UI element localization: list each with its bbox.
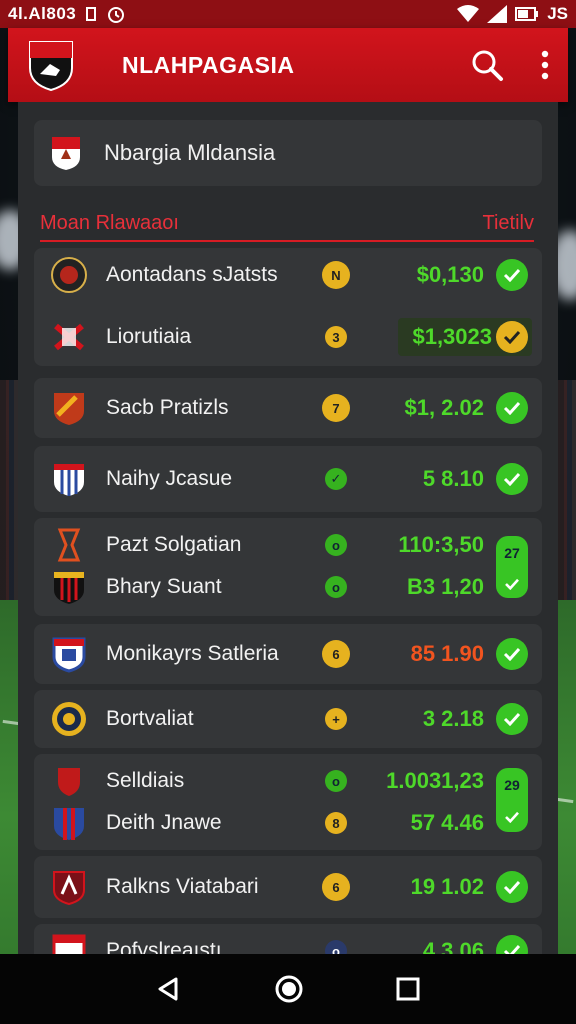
team-crest-icon xyxy=(52,702,86,736)
more-vert-icon[interactable] xyxy=(540,50,550,80)
team-name: Selldiais xyxy=(106,769,185,792)
league-name: Nbargia Mldansia xyxy=(104,140,276,165)
search-icon[interactable] xyxy=(470,48,504,82)
pick-pill[interactable]: 27 xyxy=(496,536,528,598)
team-name: Pazt Solgatian xyxy=(106,533,242,556)
pick-count: 29 xyxy=(504,777,520,793)
signal-icon xyxy=(487,5,508,23)
alarm-icon xyxy=(108,7,125,23)
back-icon[interactable] xyxy=(156,976,182,1002)
team-crest-icon xyxy=(54,464,84,496)
team-crest-icon xyxy=(51,257,87,293)
team-crest-icon xyxy=(52,934,86,954)
check-icon[interactable] xyxy=(496,703,528,735)
home-icon[interactable] xyxy=(274,974,304,1004)
odds-badge: ✓ xyxy=(325,468,347,490)
odds-amount: $0,130 xyxy=(416,262,484,287)
team-name: Bhary Suant xyxy=(106,575,222,598)
odds-badge: N xyxy=(322,261,350,289)
team-crest-icon xyxy=(53,871,85,906)
team-name: Deith Jnawe xyxy=(106,811,222,834)
check-icon[interactable] xyxy=(496,638,528,670)
content-panel: Nbargia Mldansia Moan Rlawaaoı Tietilv A… xyxy=(18,102,558,954)
odds-amount: B3 1,20 xyxy=(406,574,484,599)
wifi-icon xyxy=(457,5,480,22)
check-icon[interactable] xyxy=(496,259,528,291)
sim-icon xyxy=(86,7,97,21)
team-crest-icon xyxy=(58,768,80,796)
odds-badge: 6 xyxy=(322,873,350,901)
app-title: NLAHPAGASIA xyxy=(122,51,295,78)
team-crest-icon xyxy=(54,808,84,840)
odds-badge: o xyxy=(325,534,347,556)
team-crest-icon xyxy=(57,528,81,562)
match-card[interactable]: Ralkns Viatabari 6 19 1.02 xyxy=(34,856,542,918)
pick-pill[interactable]: 29 xyxy=(496,768,528,832)
battery-icon xyxy=(515,7,539,21)
odds-amount: 110:3,50 xyxy=(398,532,484,557)
team-crest-icon xyxy=(54,393,84,425)
odds-amount: 3 2.18 xyxy=(422,706,484,731)
team-crest-icon xyxy=(54,323,84,351)
check-icon[interactable] xyxy=(496,871,528,903)
team-name: Sacb Pratizls xyxy=(106,396,229,419)
club-crest-icon[interactable] xyxy=(26,38,76,92)
team-name: Ralkns Viatabari xyxy=(106,875,259,898)
match-card[interactable]: Aontadans sJatsts N $0,130 Liorutiaia 3 … xyxy=(34,248,542,366)
status-right-text: JS xyxy=(547,4,568,23)
odds-amount: $1, 2.02 xyxy=(404,395,484,420)
status-time: 4l.Al803 xyxy=(8,4,77,23)
section-left-label[interactable]: Moan Rlawaaoı xyxy=(40,212,179,235)
match-card[interactable]: Pofyslreaıstı o 4 3.06 xyxy=(34,924,542,954)
team-name: Aontadans sJatsts xyxy=(106,263,278,286)
check-icon[interactable] xyxy=(496,935,528,954)
odds-amount: 4 3.06 xyxy=(422,938,484,954)
odds-amount: 5 8.10 xyxy=(422,466,484,491)
league-flag-icon xyxy=(52,137,80,170)
odds-amount: 1.0031,23 xyxy=(386,768,484,793)
team-name: Pofyslreaıstı xyxy=(106,939,222,954)
team-crest-icon xyxy=(52,637,86,673)
odds-amount: 57 4.46 xyxy=(410,810,484,835)
app-bar: NLAHPAGASIA xyxy=(8,28,568,102)
navigation-bar xyxy=(0,954,576,1024)
match-card[interactable]: Selldiais o 1.0031,23 Deith Jnawe 8 57 4… xyxy=(34,754,542,850)
odds-badge: o xyxy=(325,770,347,792)
odds-amount: 85 1.90 xyxy=(410,641,484,666)
team-crest-icon xyxy=(54,572,84,604)
team-name: Liorutiaia xyxy=(106,325,192,348)
match-card[interactable]: Monikayrs Satleria 6 85 1.90 xyxy=(34,624,542,684)
check-icon[interactable] xyxy=(496,392,528,424)
odds-badge: o xyxy=(325,940,347,954)
check-icon[interactable] xyxy=(496,321,528,353)
check-icon xyxy=(505,811,519,823)
match-card[interactable]: Naihy Jcasue ✓ 5 8.10 xyxy=(34,446,542,512)
status-bar: 4l.Al803 JS xyxy=(0,0,576,28)
check-icon xyxy=(505,578,519,590)
league-selector[interactable]: Nbargia Mldansia xyxy=(34,120,542,186)
pick-count: 27 xyxy=(504,544,520,561)
match-card[interactable]: Bortvaliat + 3 2.18 xyxy=(34,690,542,748)
team-name: Monikayrs Satleria xyxy=(106,642,279,665)
match-card[interactable]: Sacb Pratizls 7 $1, 2.02 xyxy=(34,378,542,438)
odds-badge: 6 xyxy=(322,640,350,668)
odds-badge: 7 xyxy=(322,394,350,422)
team-name: Bortvaliat xyxy=(106,707,194,730)
odds-badge: o xyxy=(325,576,347,598)
section-right-label[interactable]: Tietilv xyxy=(483,212,534,235)
odds-amount: 19 1.02 xyxy=(410,874,484,899)
match-card[interactable]: Pazt Solgatian o 110:3,50 Bhary Suant o … xyxy=(34,518,542,616)
section-header: Moan Rlawaaoı Tietilv xyxy=(40,206,534,242)
recents-icon[interactable] xyxy=(396,977,420,1001)
odds-badge: + xyxy=(325,708,347,730)
check-icon[interactable] xyxy=(496,463,528,495)
odds-badge: 3 xyxy=(325,326,347,348)
odds-badge: 8 xyxy=(325,812,347,834)
team-name: Naihy Jcasue xyxy=(106,467,233,490)
